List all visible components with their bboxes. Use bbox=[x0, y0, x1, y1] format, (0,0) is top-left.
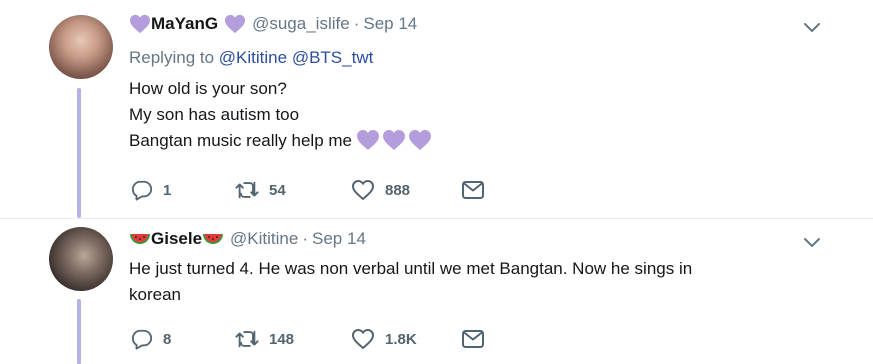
tweet-header: MaYanG @suga_islife · Sep 14 bbox=[129, 14, 417, 34]
watermelon-icon bbox=[129, 231, 151, 247]
retweet-count: 148 bbox=[269, 330, 295, 348]
chevron-down-icon[interactable] bbox=[803, 237, 821, 249]
tweet-text-line: He just turned 4. He was non verbal unti… bbox=[129, 259, 693, 278]
display-name-text: MaYanG bbox=[151, 14, 219, 33]
direct-message-icon bbox=[462, 330, 484, 348]
purple-heart-icon bbox=[382, 129, 406, 151]
purple-heart-icon bbox=[224, 14, 246, 34]
replying-to-label: Replying to bbox=[129, 48, 215, 67]
like-icon bbox=[352, 180, 374, 200]
reply-button[interactable]: 1 bbox=[131, 178, 171, 202]
like-button[interactable]: 888 bbox=[351, 178, 410, 202]
user-handle[interactable]: @suga_islife bbox=[252, 14, 350, 34]
mention-link[interactable]: @BTS_twt bbox=[292, 48, 374, 67]
reply-count: 1 bbox=[163, 181, 172, 199]
like-count: 888 bbox=[385, 181, 411, 199]
chevron-down-icon[interactable] bbox=[803, 22, 821, 34]
tweet-text-line: Bangtan music really help me bbox=[129, 128, 849, 154]
tweet[interactable]: MaYanG @suga_islife · Sep 14 Replying to… bbox=[0, 0, 873, 218]
reply-count: 8 bbox=[163, 330, 172, 348]
tweet-actions: 8 148 1.8K bbox=[131, 327, 491, 351]
tweet-date[interactable]: Sep 14 bbox=[363, 14, 417, 34]
direct-message-icon bbox=[462, 181, 484, 199]
tweet[interactable]: Gisele @Kititine · Sep 14 He just turned… bbox=[0, 218, 873, 364]
display-name[interactable]: Gisele bbox=[129, 229, 224, 249]
purple-heart-icon bbox=[356, 129, 380, 151]
thread-connector-line bbox=[77, 299, 81, 364]
direct-message-button[interactable] bbox=[461, 327, 485, 351]
tweet-text-line: My son has autism too bbox=[129, 105, 300, 124]
retweet-count: 54 bbox=[269, 181, 286, 199]
replying-to: Replying to @Kititine @BTS_twt bbox=[129, 48, 373, 68]
retweet-icon bbox=[235, 330, 259, 348]
retweet-button[interactable]: 148 bbox=[235, 327, 294, 351]
like-icon bbox=[352, 329, 374, 349]
tweet-text: How old is your son? My son has autism t… bbox=[129, 76, 849, 154]
tweet-text-line: korean bbox=[129, 285, 181, 304]
display-name[interactable]: MaYanG bbox=[129, 14, 246, 34]
separator-dot: · bbox=[302, 229, 309, 248]
avatar[interactable] bbox=[49, 227, 113, 291]
tweet-text-line: How old is your son? bbox=[129, 79, 287, 98]
like-button[interactable]: 1.8K bbox=[351, 327, 417, 351]
purple-heart-icon bbox=[129, 14, 151, 34]
thread-connector-line bbox=[77, 88, 81, 218]
tweet-header: Gisele @Kititine · Sep 14 bbox=[129, 229, 366, 249]
watermelon-icon bbox=[202, 231, 224, 247]
mention-link[interactable]: @Kititine bbox=[219, 48, 287, 67]
display-name-text: Gisele bbox=[151, 229, 203, 248]
emoji-hearts bbox=[356, 129, 434, 151]
separator-dot: · bbox=[353, 14, 360, 33]
direct-message-button[interactable] bbox=[461, 178, 485, 202]
tweet-text: He just turned 4. He was non verbal unti… bbox=[129, 256, 809, 308]
retweet-icon bbox=[235, 181, 259, 199]
user-handle[interactable]: @Kititine bbox=[230, 229, 298, 249]
tweet-date[interactable]: Sep 14 bbox=[312, 229, 366, 249]
reply-icon bbox=[131, 329, 153, 350]
retweet-button[interactable]: 54 bbox=[235, 178, 286, 202]
reply-icon bbox=[131, 180, 153, 201]
tweet-text-segment: Bangtan music really help me bbox=[129, 131, 353, 150]
reply-button[interactable]: 8 bbox=[131, 327, 171, 351]
purple-heart-icon bbox=[408, 129, 432, 151]
like-count: 1.8K bbox=[385, 330, 417, 348]
avatar[interactable] bbox=[49, 15, 113, 79]
tweet-actions: 1 54 888 bbox=[131, 178, 491, 202]
